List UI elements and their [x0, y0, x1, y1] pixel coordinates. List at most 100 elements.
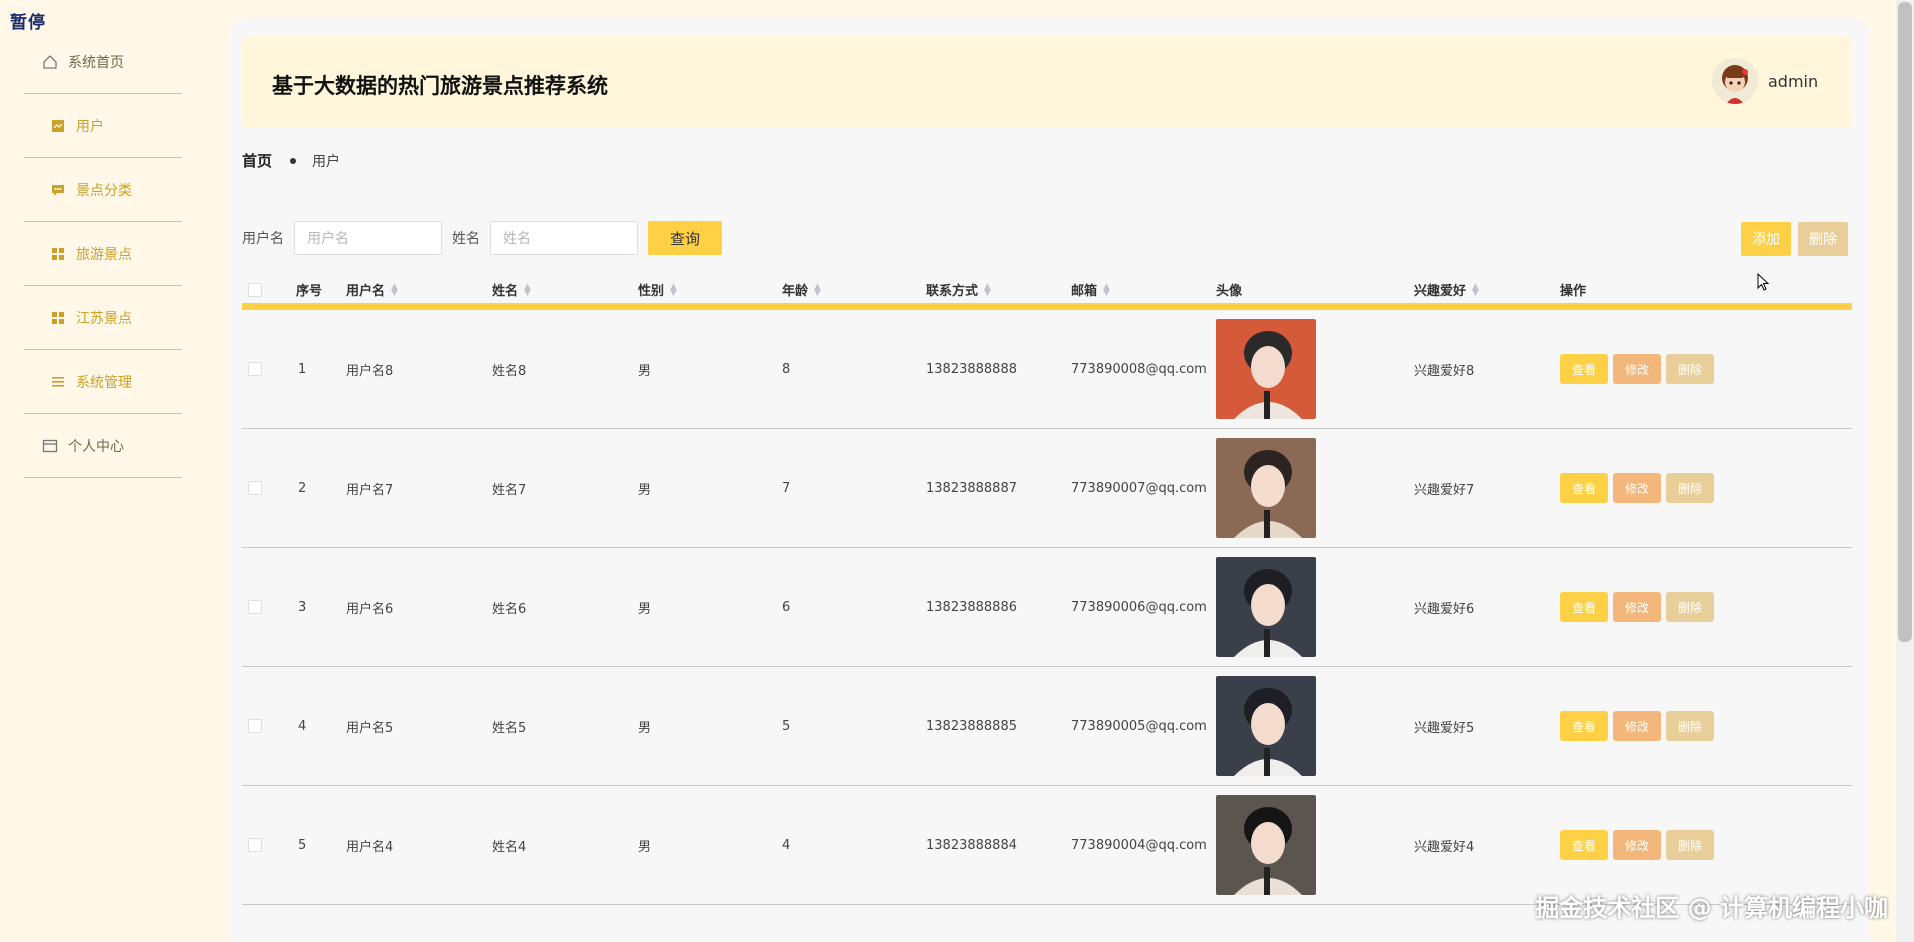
sidebar-item-label: 系统首页 [68, 54, 124, 71]
col-ops: 操作 [1560, 284, 1587, 299]
cell-hobby: 兴趣爱好6 [1414, 601, 1475, 617]
main-panel: 基于大数据的热门旅游景点推荐系统 admin 首页 用户 用户名 姓名 查询 添… [230, 18, 1870, 942]
sidebar-item-system[interactable]: 系统管理 [24, 350, 182, 414]
row-checkbox[interactable] [248, 667, 262, 785]
add-button[interactable]: 添加 [1741, 222, 1791, 256]
scrollbar-thumb[interactable] [1898, 2, 1912, 642]
cell-email: 773890005@qq.com [1071, 718, 1207, 734]
avatar-photo[interactable] [1216, 676, 1316, 776]
col-age-label: 年龄 [782, 284, 809, 299]
cell-phone: 13823888886 [926, 599, 1017, 615]
sidebar-item-category[interactable]: 景点分类 [24, 158, 182, 222]
breadcrumb: 首页 用户 [242, 150, 340, 171]
breadcrumb-home[interactable]: 首页 [242, 150, 272, 171]
edit-button[interactable]: 修改 [1613, 592, 1661, 622]
home-icon [42, 54, 58, 70]
select-all-checkbox[interactable] [248, 282, 262, 297]
sidebar-item-label: 系统管理 [76, 374, 132, 391]
category-icon [50, 182, 66, 198]
grid-icon [50, 246, 66, 262]
col-avatar: 头像 [1216, 284, 1243, 299]
sidebar-item-profile[interactable]: 个人中心 [24, 414, 182, 478]
user-table: 序号 用户名 ▲ ▼ 姓名 ▲ ▼ 性别 ▲ ▼ 年龄 ▲ ▼ 联系方式 ▲ ▼ 邮箱 ▲ ▼ 头像 兴… [242, 276, 1852, 905]
mouse-cursor-icon [1757, 273, 1769, 291]
query-button[interactable]: 查询 [648, 221, 722, 255]
cell-age: 8 [782, 361, 791, 377]
cell-gender: 男 [638, 839, 652, 855]
row-checkbox[interactable] [248, 429, 262, 547]
sort-icon[interactable]: ▲ ▼ [984, 282, 991, 297]
sort-icon[interactable]: ▲ ▼ [524, 282, 531, 297]
avatar-photo[interactable] [1216, 795, 1316, 895]
cell-name: 姓名5 [492, 720, 527, 736]
cell-name: 姓名8 [492, 363, 527, 379]
avatar-photo[interactable] [1216, 557, 1316, 657]
edit-button[interactable]: 修改 [1613, 354, 1661, 384]
sort-icon[interactable]: ▲ ▼ [1472, 282, 1479, 297]
cell-username: 用户名6 [346, 601, 394, 617]
avatar-photo[interactable] [1216, 319, 1316, 419]
col-phone[interactable]: 联系方式 ▲ ▼ [926, 280, 991, 299]
view-button[interactable]: 查看 [1560, 592, 1608, 622]
cell-phone: 13823888888 [926, 361, 1017, 377]
cell-name: 姓名6 [492, 601, 527, 617]
cell-ops: 查看 修改 删除 [1560, 548, 1719, 666]
user-avatar[interactable] [1712, 58, 1758, 104]
row-checkbox[interactable] [248, 548, 262, 666]
cell-hobby: 兴趣爱好4 [1414, 839, 1475, 855]
view-button[interactable]: 查看 [1560, 354, 1608, 384]
cell-avatar [1216, 548, 1316, 666]
name-search-input[interactable] [490, 221, 638, 255]
delete-button[interactable]: 删除 [1666, 711, 1714, 741]
cell-gender: 男 [638, 720, 652, 736]
sidebar-item-jiangsu[interactable]: 江苏景点 [24, 286, 182, 350]
sidebar-item-user[interactable]: 用户 [24, 94, 182, 158]
cell-phone: 13823888887 [926, 480, 1017, 496]
view-button[interactable]: 查看 [1560, 473, 1608, 503]
sidebar-item-label: 个人中心 [68, 438, 124, 455]
col-name[interactable]: 姓名 ▲ ▼ [492, 280, 531, 299]
col-hobby[interactable]: 兴趣爱好 ▲ ▼ [1414, 280, 1479, 299]
sort-icon[interactable]: ▲ ▼ [814, 282, 821, 297]
delete-button[interactable]: 删除 [1666, 592, 1714, 622]
batch-delete-button[interactable]: 删除 [1798, 222, 1848, 256]
delete-button[interactable]: 删除 [1666, 473, 1714, 503]
delete-button[interactable]: 删除 [1666, 354, 1714, 384]
cell-name: 姓名7 [492, 482, 527, 498]
cell-ops: 查看 修改 删除 [1560, 429, 1719, 547]
username-label[interactable]: admin [1768, 72, 1818, 91]
col-gender[interactable]: 性别 ▲ ▼ [638, 280, 677, 299]
cell-ops: 查看 修改 删除 [1560, 667, 1719, 785]
col-email[interactable]: 邮箱 ▲ ▼ [1071, 280, 1110, 299]
col-gender-label: 性别 [638, 284, 665, 299]
cell-hobby: 兴趣爱好5 [1414, 720, 1475, 736]
sort-icon[interactable]: ▲ ▼ [391, 282, 398, 297]
name-filter-label: 姓名 [452, 231, 480, 247]
cell-avatar [1216, 429, 1316, 547]
row-checkbox[interactable] [248, 310, 262, 428]
sidebar-item-attractions[interactable]: 旅游景点 [24, 222, 182, 286]
col-username[interactable]: 用户名 ▲ ▼ [346, 280, 398, 299]
col-age[interactable]: 年龄 ▲ ▼ [782, 280, 821, 299]
username-search-input[interactable] [294, 221, 442, 255]
view-button[interactable]: 查看 [1560, 830, 1608, 860]
cell-username: 用户名7 [346, 482, 394, 498]
delete-button[interactable]: 删除 [1666, 830, 1714, 860]
cell-username: 用户名5 [346, 720, 394, 736]
table-row: 3 用户名6 姓名6 男 6 13823888886 773890006@qq.… [242, 548, 1852, 667]
table-body: 1 用户名8 姓名8 男 8 13823888888 773890008@qq.… [242, 310, 1852, 905]
sort-icon[interactable]: ▲ ▼ [670, 282, 677, 297]
breadcrumb-current: 用户 [312, 153, 341, 170]
page-scrollbar[interactable] [1896, 0, 1914, 942]
col-index: 序号 [296, 284, 323, 299]
avatar-photo[interactable] [1216, 438, 1316, 538]
cell-phone: 13823888884 [926, 837, 1017, 853]
sidebar-item-home[interactable]: 系统首页 [24, 30, 182, 94]
edit-button[interactable]: 修改 [1613, 711, 1661, 741]
edit-button[interactable]: 修改 [1613, 473, 1661, 503]
view-button[interactable]: 查看 [1560, 711, 1608, 741]
row-checkbox[interactable] [248, 786, 262, 904]
table-row: 4 用户名5 姓名5 男 5 13823888885 773890005@qq.… [242, 667, 1852, 786]
edit-button[interactable]: 修改 [1613, 830, 1661, 860]
sort-icon[interactable]: ▲ ▼ [1103, 282, 1110, 297]
